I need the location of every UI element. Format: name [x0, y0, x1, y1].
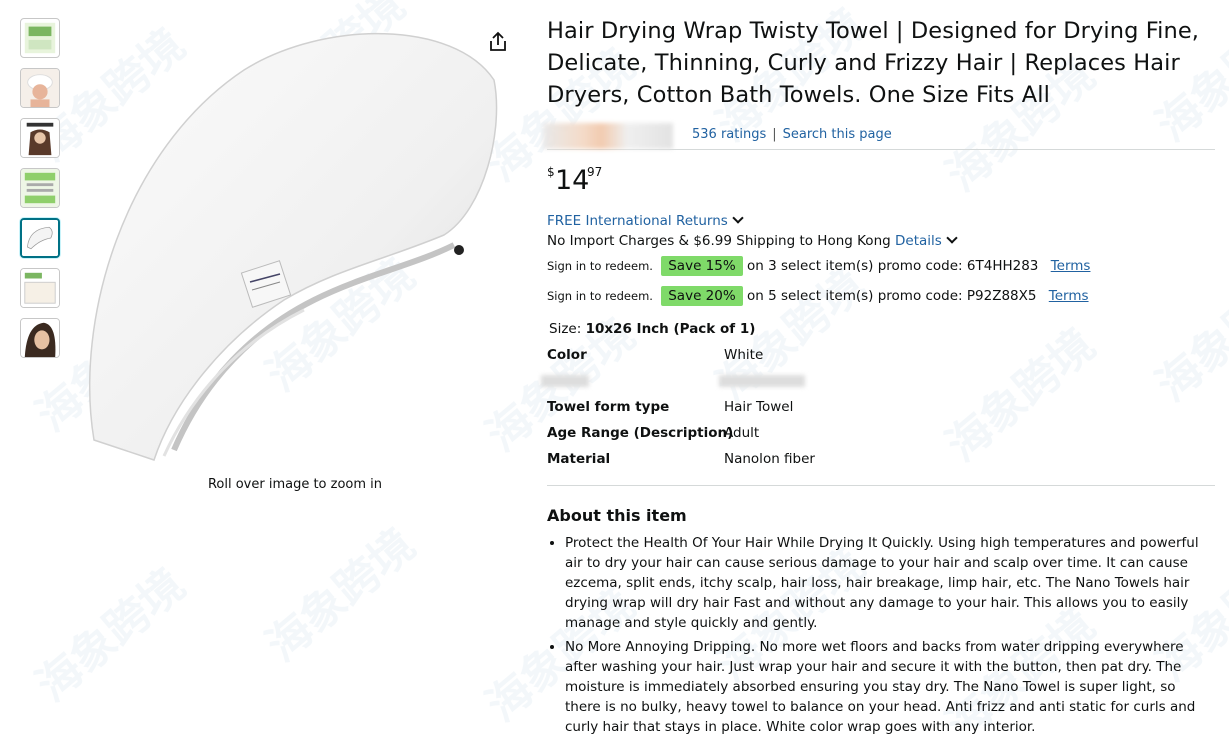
spec-key: Material — [547, 451, 611, 467]
spec-row-blurred — [541, 373, 1215, 399]
spec-value: Adult — [724, 425, 760, 441]
bullet-item: Protect the Health Of Your Hair While Dr… — [565, 533, 1215, 633]
divider — [547, 485, 1215, 486]
promo-badge: Save 15% — [661, 256, 743, 276]
towel-wrap-image — [88, 33, 498, 461]
size-row: Size: 10x26 Inch (Pack of 1) — [547, 321, 1215, 337]
spec-value: Hair Towel — [724, 399, 794, 415]
promo-terms-link[interactable]: Terms — [1049, 288, 1089, 304]
watermark-text: 海象跨境 — [257, 519, 425, 672]
thumbnail-4[interactable] — [20, 168, 60, 208]
product-title: Hair Drying Wrap Twisty Towel | Designed… — [547, 18, 1200, 108]
spec-row: Color White — [547, 347, 1215, 373]
spec-value: Nanolon fiber — [724, 451, 815, 467]
product-details: Hair Drying Wrap Twisty Towel | Designed… — [541, 15, 1215, 741]
price-fraction: 97 — [587, 165, 603, 179]
shipping-text: No Import Charges & $6.99 Shipping to Ho… — [547, 233, 891, 249]
chevron-down-icon — [946, 232, 958, 244]
ratings-count-link[interactable]: 536 ratings — [692, 127, 766, 142]
promo-terms-link[interactable]: Terms — [1051, 258, 1091, 274]
price-symbol: $ — [547, 165, 555, 179]
spec-value: White — [724, 347, 764, 363]
spec-row: Age Range (Description) Adult — [547, 425, 1215, 451]
main-product-image[interactable] — [84, 20, 504, 470]
blurred-spec-value — [719, 375, 805, 387]
promo-text: on 3 select item(s) promo code: 6T4HH283 — [746, 258, 1039, 274]
thumbnail-5-selected[interactable] — [20, 218, 60, 258]
promo-sign-in[interactable]: Sign in to redeem. — [547, 289, 653, 303]
promo-row-2: Sign in to redeem. Save 20% on 5 select … — [547, 281, 1215, 311]
blurred-spec-key — [541, 375, 589, 387]
spec-key: Age Range (Description) — [547, 425, 734, 441]
watermark-text: 海象跨境 — [27, 559, 195, 712]
spec-row: Material Nanolon fiber — [547, 451, 1215, 477]
price: $ 14 97 — [547, 165, 1215, 199]
returns-row[interactable]: FREE International Returns — [547, 211, 1215, 231]
promo-text: on 5 select item(s) promo code: P92Z88X5 — [746, 288, 1037, 304]
price-whole: 14 — [555, 165, 590, 196]
spec-table: Color White Towel form type Hair Towel A… — [541, 347, 1215, 477]
spec-key: Color — [547, 347, 587, 363]
blurred-rating-stars — [543, 123, 673, 149]
promo-badge: Save 20% — [661, 286, 743, 306]
thumbnail-strip — [20, 18, 62, 368]
search-page-link[interactable]: Search this page — [783, 127, 892, 142]
spec-row: Towel form type Hair Towel — [547, 399, 1215, 425]
chevron-down-icon — [732, 212, 744, 224]
shipping-row: No Import Charges & $6.99 Shipping to Ho… — [547, 231, 1215, 251]
about-bullets: Protect the Health Of Your Hair While Dr… — [547, 533, 1215, 737]
promo-sign-in[interactable]: Sign in to redeem. — [547, 259, 653, 273]
bullet-item: No More Annoying Dripping. No more wet f… — [565, 637, 1215, 737]
share-icon[interactable] — [487, 31, 509, 53]
zoom-hint: Roll over image to zoom in — [207, 477, 383, 492]
thumbnail-1[interactable] — [20, 18, 60, 58]
size-label: Size: — [549, 321, 582, 337]
about-title: About this item — [547, 506, 687, 525]
separator: | — [772, 127, 777, 142]
thumbnail-2[interactable] — [20, 68, 60, 108]
rating-row: 536 ratings | Search this page — [543, 123, 1215, 149]
thumbnail-6[interactable] — [20, 268, 60, 308]
spec-key: Towel form type — [547, 399, 670, 415]
size-value: 10x26 Inch (Pack of 1) — [585, 321, 756, 337]
thumbnail-3[interactable] — [20, 118, 60, 158]
returns-link[interactable]: FREE International Returns — [547, 213, 728, 229]
promo-row-1: Sign in to redeem. Save 15% on 3 select … — [547, 251, 1215, 281]
divider — [547, 149, 1215, 150]
shipping-details-link[interactable]: Details — [895, 233, 942, 249]
thumbnail-7[interactable] — [20, 318, 60, 358]
about-section: About this item Protect the Health Of Yo… — [547, 506, 1215, 737]
